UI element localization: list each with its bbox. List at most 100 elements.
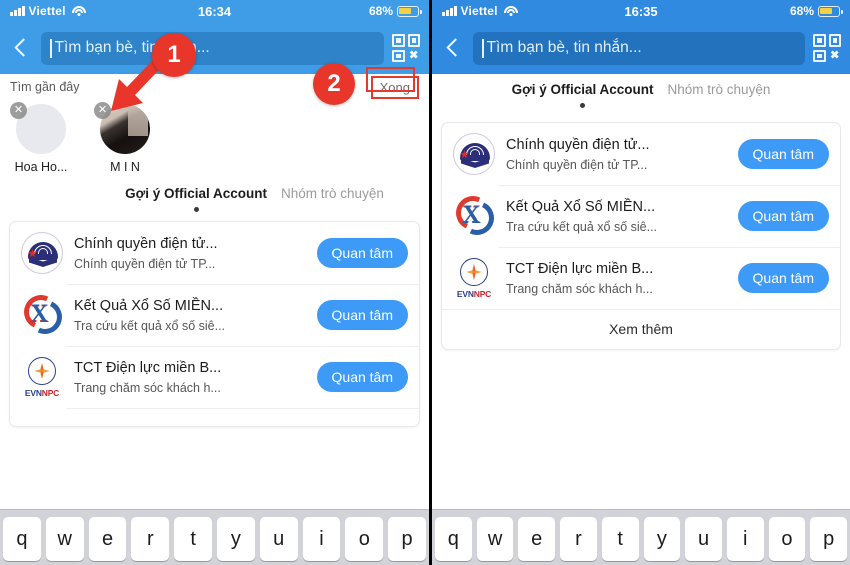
recent-search-item[interactable]: ✕ Hoa Ho... [10, 102, 70, 182]
key-t[interactable]: t [174, 517, 212, 561]
status-right-group: 68% [789, 4, 843, 18]
recent-item-name: M I N [110, 160, 140, 174]
status-right-group: 68% [368, 4, 422, 18]
recent-item-name: Hoa Ho... [14, 160, 68, 174]
official-account-title: Kết Quả Xổ Số MIỀN... [506, 199, 656, 216]
follow-button[interactable]: Quan tâm [316, 238, 408, 268]
left-tab-bar: Gợi ý Official Account Nhóm trò chuyện [0, 182, 429, 212]
official-account-text: TCT Điện lực miền B... Trang chăm sóc kh… [74, 359, 306, 394]
official-account-row[interactable]: Chính quyền điện tử... Chính quyền điện … [442, 123, 840, 185]
official-account-subtitle: Tra cứu kết quả xổ số siê... [506, 219, 658, 234]
text-caret [482, 38, 484, 58]
tab-official-account-suggestions[interactable]: Gợi ý Official Account [125, 186, 267, 212]
official-account-text: TCT Điện lực miền B... Trang chăm sóc kh… [506, 260, 727, 295]
tab-chat-groups[interactable]: Nhóm trò chuyện [668, 82, 771, 100]
back-chevron-icon[interactable] [441, 36, 465, 60]
official-account-row[interactable]: XX Kết Quả Xổ Số MIỀN... Tra cứu kết quả… [10, 284, 419, 346]
official-account-text: Kết Quả Xổ Số MIỀN... Tra cứu kết quả xổ… [74, 297, 306, 332]
tab-label: Gợi ý Official Account [511, 82, 654, 97]
lottery-results-logo: XX [19, 290, 67, 339]
key-i[interactable]: i [302, 517, 341, 561]
keyboard-row: qwertyuiop [432, 517, 850, 561]
follow-button[interactable]: Quan tâm [316, 300, 408, 330]
lottery-results-logo: XX [451, 191, 499, 240]
official-account-subtitle: Trang chăm sóc khách h... [506, 281, 653, 296]
official-account-row[interactable]: EVNNPC TCT Điện lực miền B... Trang chăm… [442, 247, 840, 309]
official-account-text: Chính quyền điện tử... Chính quyền điện … [74, 235, 306, 270]
key-q[interactable]: q [3, 517, 41, 561]
key-u[interactable]: u [685, 517, 722, 561]
active-tab-indicator [193, 207, 199, 212]
active-tab-indicator [580, 103, 586, 108]
follow-button[interactable]: Quan tâm [316, 362, 408, 392]
back-chevron-icon[interactable] [9, 36, 33, 60]
official-account-text: Chính quyền điện tử... Chính quyền điện … [506, 136, 727, 171]
evn-npc-logo: EVNNPC [453, 257, 495, 299]
government-portal-logo [21, 232, 63, 274]
official-account-title: Chính quyền điện tử... [506, 137, 650, 154]
left-phone-screen: Viettel 16:34 68% Tìm bạn bè, tin nhắn..… [0, 0, 429, 565]
key-e[interactable]: e [88, 517, 127, 561]
follow-button[interactable]: Quan tâm [737, 201, 829, 231]
clock-label: 16:35 [624, 3, 658, 19]
left-keyboard: qwertyuiop [0, 509, 429, 565]
key-w[interactable]: w [45, 517, 84, 561]
annotation-marker-1: 1 [152, 33, 196, 77]
official-account-title: TCT Điện lực miền B... [74, 360, 222, 377]
key-o[interactable]: o [345, 517, 384, 561]
left-search-bar: Tìm bạn bè, tin nhắn... [0, 22, 429, 74]
battery-icon [397, 5, 422, 17]
key-u[interactable]: u [259, 517, 298, 561]
key-p[interactable]: p [388, 517, 426, 561]
right-status-bar: Viettel 16:35 68% [432, 0, 850, 22]
key-t[interactable]: t [601, 517, 639, 561]
key-q[interactable]: q [434, 517, 472, 561]
follow-button[interactable]: Quan tâm [737, 139, 829, 169]
right-tab-bar: Gợi ý Official Account Nhóm trò chuyện [432, 74, 850, 108]
recent-search-header: Tìm gần đây Xong [0, 74, 429, 100]
official-account-subtitle: Chính quyền điện tử TP... [74, 256, 216, 271]
key-y[interactable]: y [217, 517, 255, 561]
clock-label: 16:34 [197, 3, 232, 19]
key-e[interactable]: e [518, 517, 556, 561]
key-r[interactable]: r [131, 517, 170, 561]
right-keyboard: qwertyuiop [432, 509, 850, 565]
left-official-account-card: Chính quyền điện tử... Chính quyền điện … [9, 221, 420, 427]
left-status-bar: Viettel 16:34 68% [0, 0, 429, 22]
qr-code-icon[interactable] [813, 34, 841, 62]
search-placeholder: Tìm bạn bè, tin nhắn... [486, 39, 642, 56]
follow-button[interactable]: Quan tâm [737, 263, 829, 293]
right-official-account-card: Chính quyền điện tử... Chính quyền điện … [441, 122, 841, 350]
recent-search-label: Tìm gần đây [10, 80, 80, 94]
official-account-subtitle: Chính quyền điện tử TP... [506, 157, 648, 172]
official-account-subtitle: Tra cứu kết quả xổ số siê... [74, 318, 226, 333]
official-account-title: Chính quyền điện tử... [74, 236, 218, 253]
dual-screenshot-comparison: Viettel 16:34 68% Tìm bạn bè, tin nhắn..… [0, 0, 850, 565]
battery-percent-label: 68% [789, 4, 814, 18]
qr-code-icon[interactable] [392, 34, 420, 62]
official-account-row[interactable]: Chính quyền điện tử... Chính quyền điện … [10, 222, 419, 284]
key-y[interactable]: y [643, 517, 681, 561]
see-more-button[interactable]: Xem thêm [442, 309, 840, 349]
key-r[interactable]: r [560, 517, 597, 561]
right-search-bar: Tìm bạn bè, tin nhắn... [432, 22, 850, 74]
right-phone-screen: Viettel 16:35 68% Tìm bạn bè, tin nhắn..… [432, 0, 850, 565]
key-i[interactable]: i [726, 517, 764, 561]
battery-percent-label: 68% [368, 4, 393, 18]
key-o[interactable]: o [768, 517, 806, 561]
tab-official-account-suggestions[interactable]: Gợi ý Official Account [512, 82, 654, 108]
official-account-row[interactable]: EVNNPC TCT Điện lực miền B... Trang chăm… [10, 346, 419, 408]
official-account-row[interactable]: XX Kết Quả Xổ Số MIỀN... Tra cứu kết quả… [442, 185, 840, 247]
card-bottom-spacer [10, 408, 419, 426]
annotation-highlight-box-done [366, 67, 415, 92]
text-caret [50, 38, 52, 58]
search-input[interactable]: Tìm bạn bè, tin nhắn... [41, 31, 384, 65]
annotation-marker-2: 2 [313, 63, 355, 105]
tab-chat-groups[interactable]: Nhóm trò chuyện [281, 186, 384, 204]
search-input[interactable]: Tìm bạn bè, tin nhắn... [473, 31, 805, 65]
official-account-title: Kết Quả Xổ Số MIỀN... [74, 298, 224, 315]
government-portal-logo [453, 133, 495, 175]
key-w[interactable]: w [476, 517, 514, 561]
close-icon[interactable]: ✕ [10, 102, 27, 119]
key-p[interactable]: p [810, 517, 848, 561]
